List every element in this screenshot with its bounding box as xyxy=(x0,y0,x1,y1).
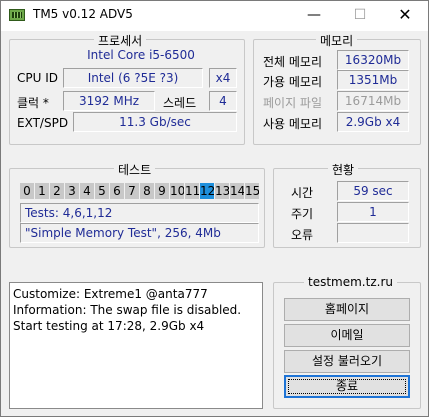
ext-spd-label: EXT/SPD xyxy=(17,116,69,130)
threads-field: 4 xyxy=(209,91,237,111)
test-cell: 14 xyxy=(230,183,244,199)
processor-group-title: 프로세서 xyxy=(94,32,147,49)
test-cell: 0 xyxy=(20,183,34,199)
cpu-id-label: CPU ID xyxy=(17,71,58,85)
clock-field: 3192 MHz xyxy=(63,91,155,111)
time-field: 59 sec xyxy=(337,181,409,201)
time-label: 시간 xyxy=(291,186,314,200)
cycle-field: 1 xyxy=(337,202,409,222)
error-label: 오류 xyxy=(291,228,314,242)
site-link[interactable]: testmem.tz.ru xyxy=(304,275,397,289)
load-settings-button[interactable]: 설정 불러오기 xyxy=(284,350,410,373)
test-cell: 15 xyxy=(245,183,259,199)
exit-button[interactable]: 종료 xyxy=(284,375,410,398)
memory-chip-icon xyxy=(9,9,25,21)
test-cell: 8 xyxy=(140,183,154,199)
cpu-name: Intel Core i5-6500 xyxy=(87,48,195,62)
window-title: TM5 v0.12 ADV5 xyxy=(33,7,133,21)
cpu-cores-field: x4 xyxy=(209,68,237,88)
app-window: TM5 v0.12 ADV5 — ☐ ✕ 프로세서 Intel Core i5-… xyxy=(0,0,429,417)
test-cell: 12 xyxy=(200,183,214,199)
test-cell: 9 xyxy=(155,183,169,199)
test-cell: 10 xyxy=(170,183,184,199)
cycle-label: 주기 xyxy=(291,207,314,221)
test-cell: 5 xyxy=(95,183,109,199)
status-group-title: 현황 xyxy=(328,161,359,178)
page-file-field: 16714Mb xyxy=(337,91,409,111)
test-cell: 7 xyxy=(125,183,139,199)
used-memory-field: 2.9Gb x4 xyxy=(337,112,409,132)
log-line: Start testing at 17:28, 2.9Gb x4 xyxy=(13,319,205,333)
log-textbox[interactable]: Customize: Extreme1 @anta777 Information… xyxy=(9,282,263,409)
homepage-button[interactable]: 홈페이지 xyxy=(284,298,410,321)
test-cell: 2 xyxy=(50,183,64,199)
test-cell: 6 xyxy=(110,183,124,199)
test-cell: 13 xyxy=(215,183,229,199)
page-file-label: 페이지 파일 xyxy=(263,96,323,110)
ext-spd-field: 11.3 Gb/sec xyxy=(73,112,237,132)
close-button[interactable]: ✕ xyxy=(382,1,428,31)
email-button[interactable]: 이메일 xyxy=(284,324,410,347)
test-cell: 11 xyxy=(185,183,199,199)
tests-list-field: Tests: 4,6,1,12 xyxy=(20,203,259,223)
threads-label: 스레드 xyxy=(163,96,197,110)
total-memory-field: 16320Mb xyxy=(337,50,409,70)
test-cell: 3 xyxy=(65,183,79,199)
used-memory-label: 사용 메모리 xyxy=(263,117,323,131)
minimize-button[interactable]: — xyxy=(291,1,337,31)
title-bar[interactable]: TM5 v0.12 ADV5 — ☐ ✕ xyxy=(1,1,428,31)
total-memory-label: 전체 메모리 xyxy=(263,55,323,69)
error-field xyxy=(337,223,409,243)
available-memory-label: 가용 메모리 xyxy=(263,75,323,89)
log-line: Information: The swap file is disabled. xyxy=(13,303,242,317)
available-memory-field: 1351Mb xyxy=(337,70,409,90)
maximize-button[interactable]: ☐ xyxy=(337,1,383,31)
test-cell: 4 xyxy=(80,183,94,199)
test-cell: 1 xyxy=(35,183,49,199)
test-config-field: "Simple Memory Test", 256, 4Mb xyxy=(20,223,259,243)
cpu-id-field: Intel (6 ?5E ?3) xyxy=(63,68,203,88)
clock-label: 클럭 * xyxy=(17,96,49,110)
test-group-title: 테스트 xyxy=(114,161,156,178)
memory-group-title: 메모리 xyxy=(316,32,358,49)
log-line: Customize: Extreme1 @anta777 xyxy=(13,287,208,301)
